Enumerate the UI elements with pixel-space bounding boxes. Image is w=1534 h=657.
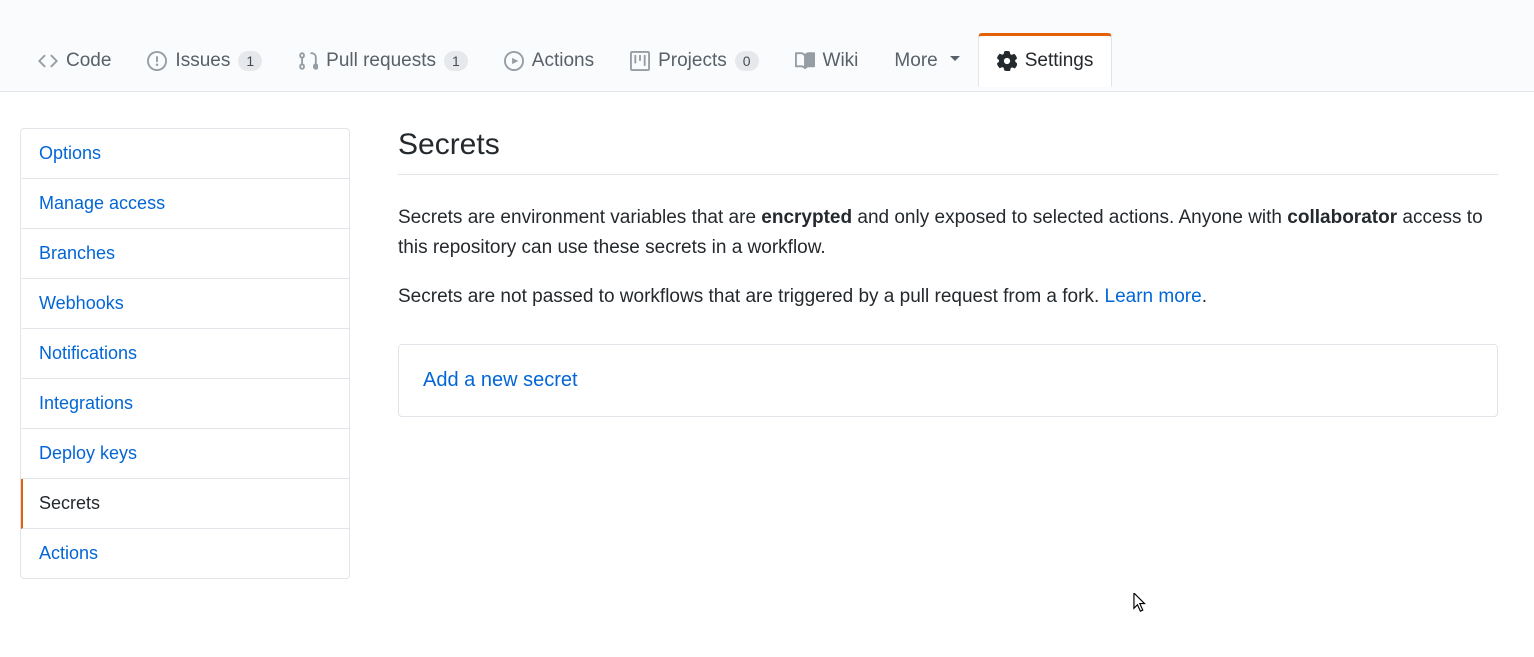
tab-wiki[interactable]: Wiki — [777, 33, 877, 86]
sidebar-item-integrations[interactable]: Integrations — [21, 379, 349, 429]
chevron-down-icon — [950, 56, 960, 66]
add-secret-box: Add a new secret — [398, 344, 1498, 417]
sidebar-item-notifications[interactable]: Notifications — [21, 329, 349, 379]
secrets-description-1: Secrets are environment variables that a… — [398, 203, 1498, 264]
tab-label: Pull requests — [326, 50, 436, 72]
settings-sidebar: OptionsManage accessBranchesWebhooksNoti… — [20, 128, 350, 579]
sidebar-item-actions[interactable]: Actions — [21, 529, 349, 578]
sidebar-item-deploy-keys[interactable]: Deploy keys — [21, 429, 349, 479]
main-content: Secrets Secrets are environment variable… — [398, 128, 1498, 579]
page-title: Secrets — [398, 128, 1498, 175]
cursor-icon — [1133, 593, 1149, 613]
sidebar-item-webhooks[interactable]: Webhooks — [21, 279, 349, 329]
sidebar-item-options[interactable]: Options — [21, 129, 349, 179]
book-icon — [795, 51, 815, 71]
sidebar-item-manage-access[interactable]: Manage access — [21, 179, 349, 229]
add-new-secret-link[interactable]: Add a new secret — [423, 369, 578, 391]
learn-more-link[interactable]: Learn more — [1105, 286, 1202, 307]
projects-counter: 0 — [735, 51, 759, 71]
tab-label: Wiki — [823, 50, 859, 72]
play-icon — [504, 51, 524, 71]
tab-label: Issues — [175, 50, 230, 72]
secrets-description-2: Secrets are not passed to workflows that… — [398, 282, 1498, 312]
pulls-counter: 1 — [444, 51, 468, 71]
tab-label: Projects — [658, 50, 727, 72]
tab-label: Code — [66, 50, 111, 72]
sidebar-item-branches[interactable]: Branches — [21, 229, 349, 279]
sidebar-item-secrets: Secrets — [21, 479, 349, 529]
tab-settings[interactable]: Settings — [978, 33, 1113, 87]
tab-code[interactable]: Code — [20, 33, 129, 86]
tab-label: More — [894, 50, 937, 72]
repo-tabs-nav: Code Issues 1 Pull requests 1 Actions Pr… — [0, 0, 1534, 92]
tab-issues[interactable]: Issues 1 — [129, 33, 280, 86]
gear-icon — [997, 51, 1017, 71]
project-icon — [630, 51, 650, 71]
code-icon — [38, 51, 58, 71]
tab-more[interactable]: More — [876, 33, 977, 86]
tab-projects[interactable]: Projects 0 — [612, 33, 776, 86]
tab-pulls[interactable]: Pull requests 1 — [280, 33, 486, 86]
tab-label: Settings — [1025, 50, 1094, 72]
issue-icon — [147, 51, 167, 71]
git-pull-request-icon — [298, 51, 318, 71]
issues-counter: 1 — [238, 51, 262, 71]
tab-label: Actions — [532, 50, 594, 72]
tab-actions[interactable]: Actions — [486, 33, 612, 86]
